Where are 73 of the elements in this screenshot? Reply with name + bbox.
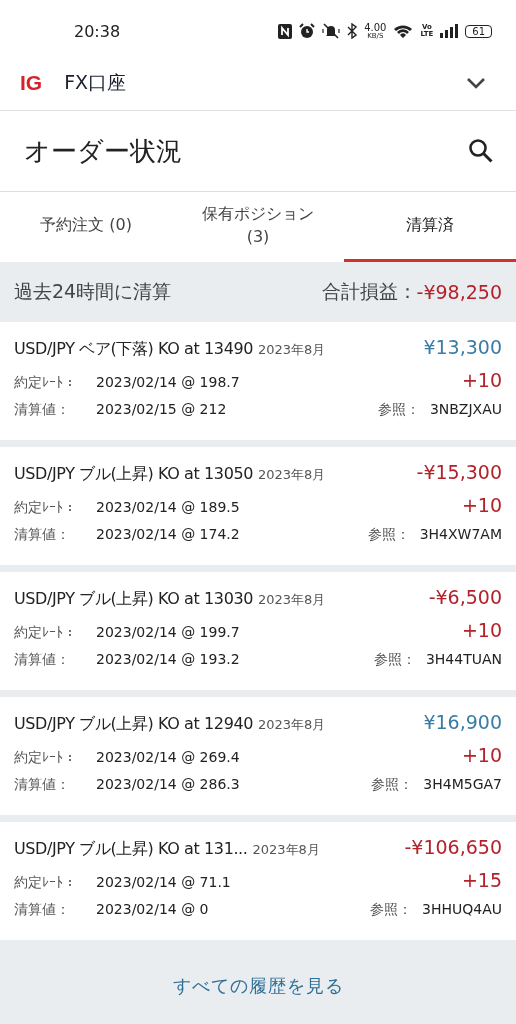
bluetooth-icon xyxy=(347,23,358,39)
field-label: 約定ﾚｰﾄ： xyxy=(14,374,78,392)
trade-card[interactable]: USD/JPY ブル(上昇) KO at 12940 2023年8月 ¥16,900 約定ﾚｰﾄ： 2023/02/14 @ 269.4 +10 清算値： 2023/02/14 @ 286.3 参照： 3H4M5GA7 xyxy=(0,697,516,815)
page-title: オーダー状況 xyxy=(24,134,182,168)
reference-code: 3H44TUAN xyxy=(425,651,502,667)
instrument-name: USD/JPY ブル(上昇) KO at 13030 xyxy=(14,589,253,610)
alarm-icon xyxy=(299,23,316,39)
field-label: 清算値： xyxy=(14,776,71,794)
field-value: 2023/02/14 @ 174.2 xyxy=(96,526,241,542)
wifi-icon xyxy=(393,23,414,39)
profit-loss: -¥15,300 xyxy=(416,461,502,483)
field-label: 清算値： xyxy=(14,401,71,419)
status-time: 20:38 xyxy=(74,21,122,41)
field-value: 2023/02/14 @ 193.2 xyxy=(96,651,241,667)
field-label: 参照： xyxy=(377,401,420,419)
trade-card[interactable]: USD/JPY ブル(上昇) KO at 13050 2023年8月 -¥15,300 約定ﾚｰﾄ： 2023/02/14 @ 189.5 +10 清算値： 2023/02/14 @ 174.2 参照： 3H4XW7AM xyxy=(0,447,516,565)
field-label: 参照： xyxy=(371,776,414,794)
mute-icon xyxy=(322,23,341,39)
account-title[interactable]: FX口座 xyxy=(64,70,466,96)
expiry-date: 2023年8月 xyxy=(258,341,327,359)
instrument-name: USD/JPY ベア(下落) KO at 13490 xyxy=(14,339,253,360)
instrument-name: USD/JPY ブル(上昇) KO at 13050 xyxy=(14,464,253,485)
expiry-date: 2023年8月 xyxy=(252,841,321,859)
field-value: 2023/02/14 @ 286.3 xyxy=(96,776,241,792)
field-label: 参照： xyxy=(370,901,413,919)
reference-code: 3H4XW7AM xyxy=(419,526,502,542)
field-label: 清算値： xyxy=(14,526,71,544)
field-label: 約定ﾚｰﾄ： xyxy=(14,624,78,642)
field-label: 清算値： xyxy=(14,651,71,669)
view-all-history-link[interactable]: すべての履歴を見る xyxy=(172,973,344,998)
battery-level: 61 xyxy=(465,24,492,38)
summary-label: 過去24時間に清算 xyxy=(14,279,173,304)
total-label: 合計損益： xyxy=(321,279,417,304)
instrument-name: USD/JPY ブル(上昇) KO at 12940 xyxy=(14,714,253,735)
field-value: 2023/02/14 @ 0 xyxy=(96,901,210,917)
total-value: -¥98,250 xyxy=(416,281,502,303)
profit-loss: -¥6,500 xyxy=(428,586,502,608)
position-size: +10 xyxy=(461,619,502,641)
position-size: +10 xyxy=(461,744,502,766)
field-value: 2023/02/14 @ 71.1 xyxy=(96,874,232,890)
field-label: 参照： xyxy=(373,651,416,669)
logo: IG xyxy=(20,71,43,95)
trade-card[interactable]: USD/JPY ブル(上昇) KO at 13030 2023年8月 -¥6,500 約定ﾚｰﾄ： 2023/02/14 @ 199.7 +10 清算値： 2023/02/14 @ 193.2 参照： 3H44TUAN xyxy=(0,572,516,690)
profit-loss: ¥13,300 xyxy=(423,336,502,358)
instrument-name: USD/JPY ブル(上昇) KO at 131... xyxy=(14,839,248,860)
field-value: 2023/02/15 @ 212 xyxy=(96,401,228,417)
signal-icon xyxy=(440,24,459,38)
nfc-icon xyxy=(278,23,293,39)
profit-loss: -¥106,650 xyxy=(404,836,502,858)
field-value: 2023/02/14 @ 198.7 xyxy=(96,374,241,390)
expiry-date: 2023年8月 xyxy=(258,716,327,734)
chevron-down-icon[interactable] xyxy=(466,77,486,89)
expiry-date: 2023年8月 xyxy=(258,466,327,484)
field-label: 清算値： xyxy=(14,901,71,919)
network-speed: 4.00 xyxy=(364,22,387,33)
field-label: 約定ﾚｰﾄ： xyxy=(14,874,78,892)
position-size: +10 xyxy=(461,494,502,516)
field-value: 2023/02/14 @ 269.4 xyxy=(96,749,241,765)
search-icon[interactable] xyxy=(468,138,494,164)
field-label: 約定ﾚｰﾄ： xyxy=(14,749,78,767)
trade-card[interactable]: USD/JPY ベア(下落) KO at 13490 2023年8月 ¥13,300 約定ﾚｰﾄ： 2023/02/14 @ 198.7 +10 清算値： 2023/02/15 @ 212 参照： 3NBZJXAU xyxy=(0,322,516,440)
reference-code: 3H4M5GA7 xyxy=(423,776,502,792)
profit-loss: ¥16,900 xyxy=(423,711,502,733)
reference-code: 3NBZJXAU xyxy=(429,401,502,417)
field-value: 2023/02/14 @ 189.5 xyxy=(96,499,241,515)
position-size: +10 xyxy=(461,369,502,391)
reference-code: 3HHUQ4AU xyxy=(422,901,502,917)
field-label: 約定ﾚｰﾄ： xyxy=(14,499,78,517)
position-size: +15 xyxy=(461,869,502,891)
trade-card[interactable]: USD/JPY ブル(上昇) KO at 131... 2023年8月 -¥106,650 約定ﾚｰﾄ： 2023/02/14 @ 71.1 +15 清算値： 2023/02/14 @ 0 参照： 3HHUQ4AU xyxy=(0,822,516,940)
expiry-date: 2023年8月 xyxy=(258,591,327,609)
field-value: 2023/02/14 @ 199.7 xyxy=(96,624,241,640)
field-label: 参照： xyxy=(367,526,410,544)
